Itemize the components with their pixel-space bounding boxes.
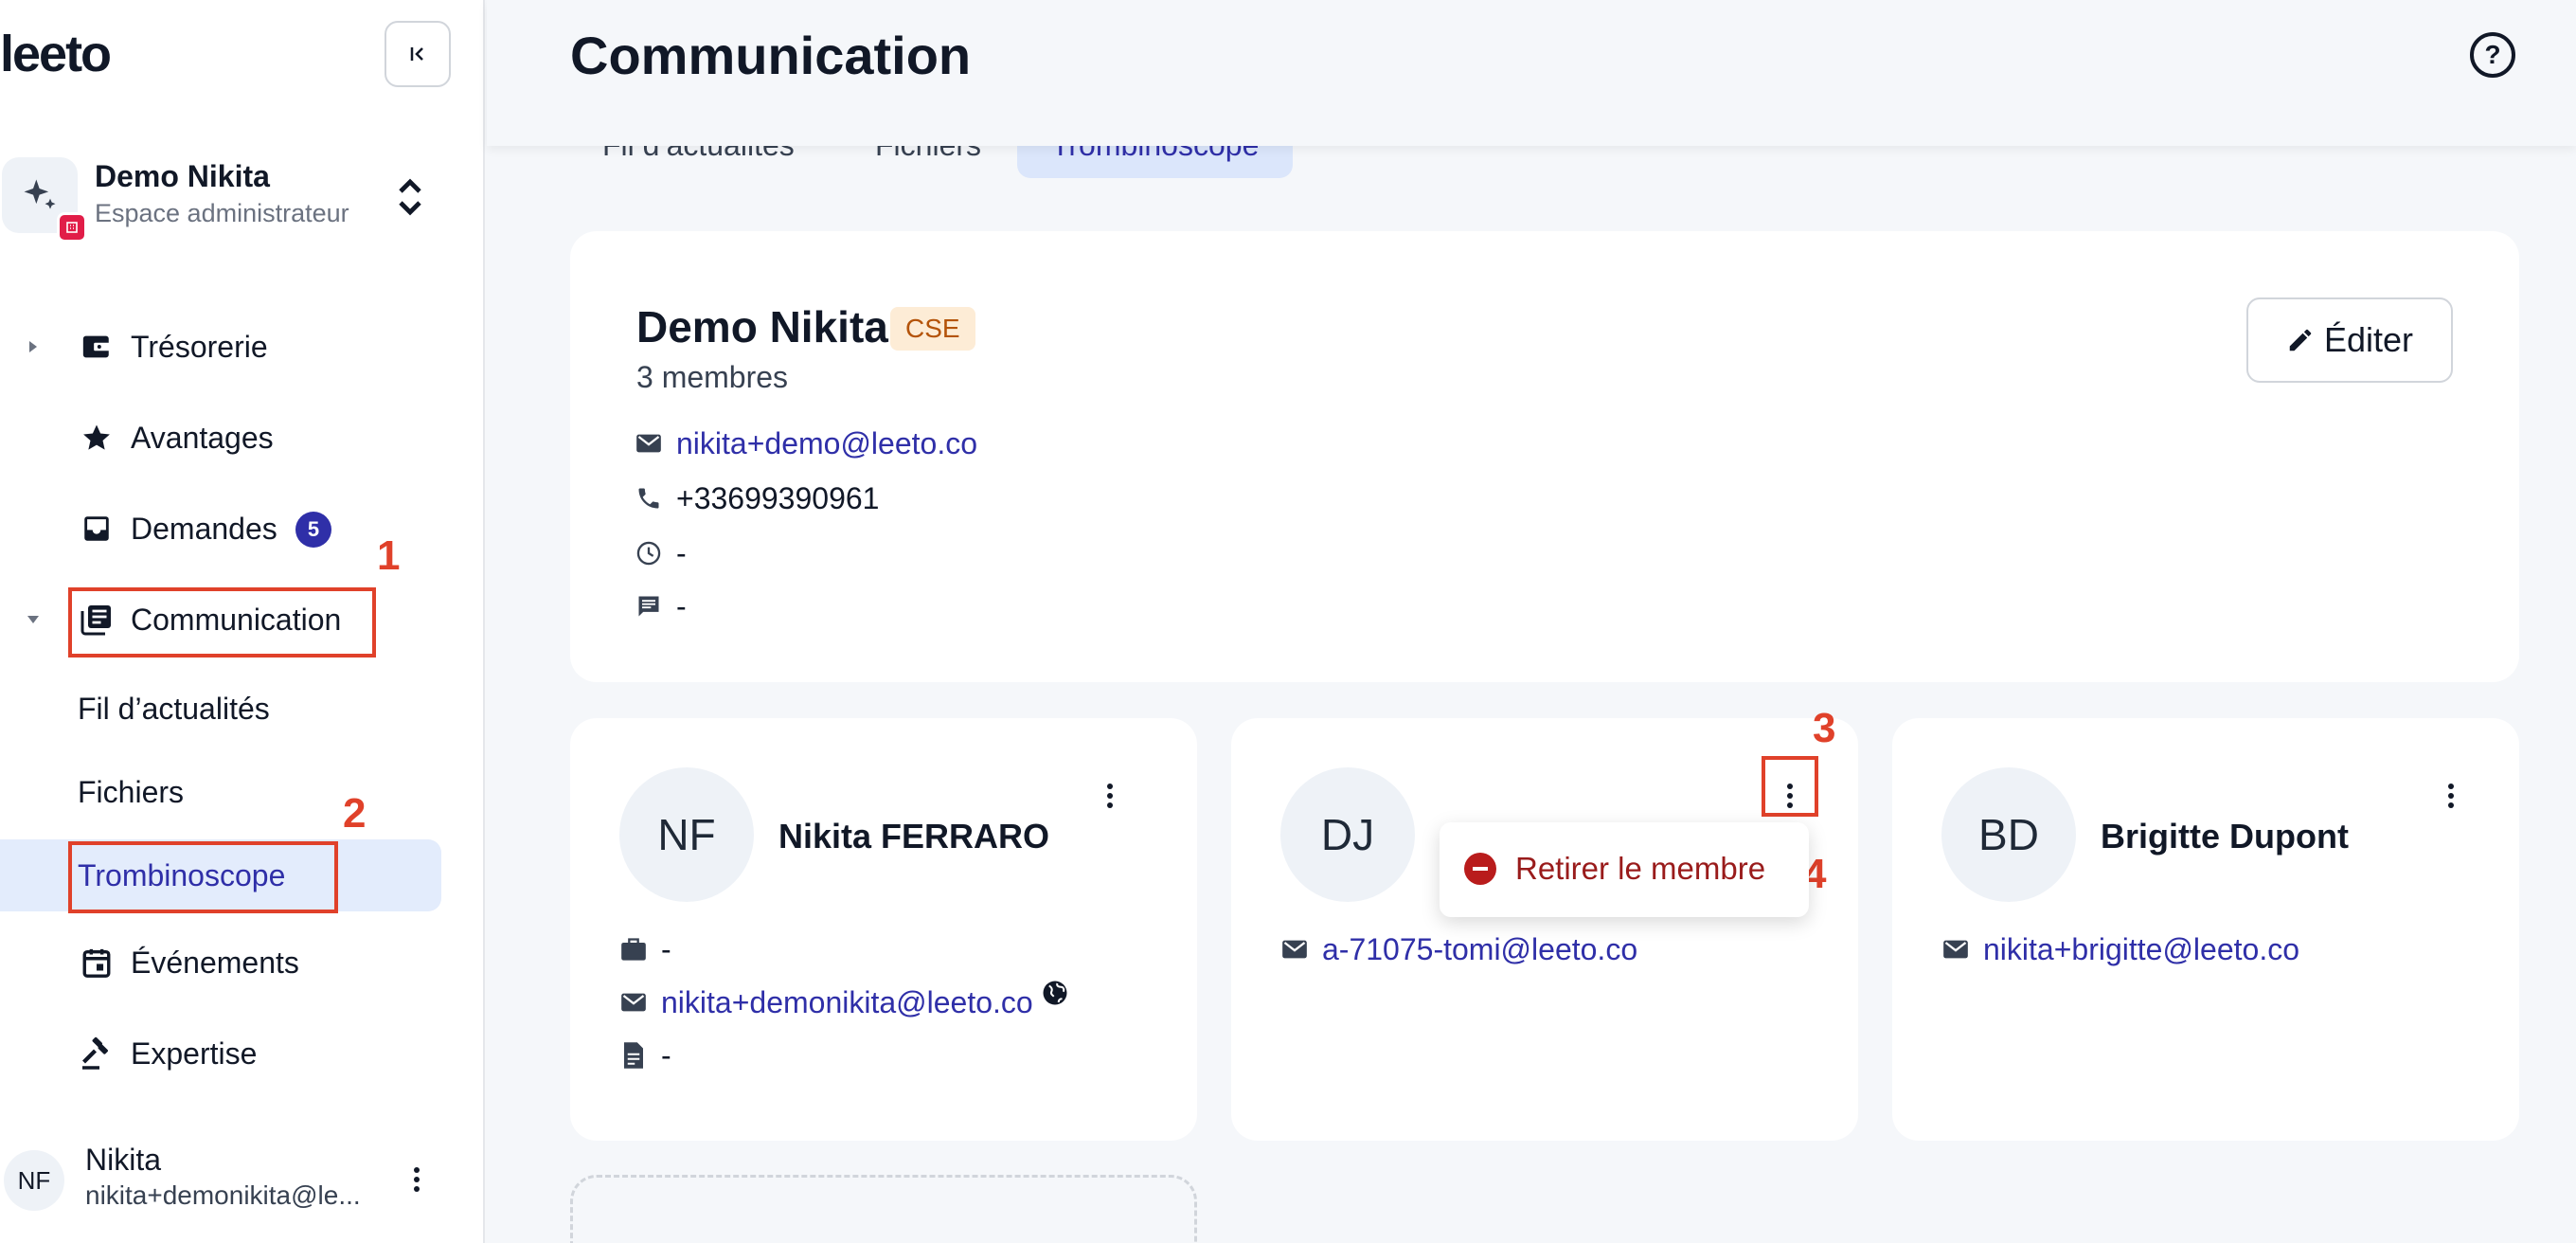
member-name: Brigitte Dupont xyxy=(2101,817,2349,856)
star-icon xyxy=(78,419,116,457)
member-name: Nikita FERRARO xyxy=(778,817,1050,856)
sidebar-item-label: Trésorerie xyxy=(131,329,268,364)
annotation-box-3 xyxy=(1762,756,1818,817)
annotation-number-1: 1 xyxy=(377,532,401,579)
member-job: - xyxy=(661,931,671,966)
leeto-logo[interactable]: leeto xyxy=(0,25,112,83)
sidebar-item-label: Demandes xyxy=(131,511,277,546)
caret-right-icon[interactable] xyxy=(25,339,42,354)
group-card: Demo Nikita CSE 3 membres nikita+demo@le… xyxy=(570,231,2519,682)
more-vert-icon[interactable] xyxy=(398,1156,436,1203)
member-email-row: a-71075-tomi@leeto.co xyxy=(1279,928,1637,970)
remove-circle-icon xyxy=(1464,853,1496,885)
wallet-icon xyxy=(78,328,116,366)
avatar: NF xyxy=(619,767,754,902)
sidebar-subitem-fichiers[interactable]: Fichiers xyxy=(0,756,441,828)
clock-icon xyxy=(633,537,665,569)
member-job-row: - xyxy=(617,928,671,970)
comment-icon xyxy=(633,590,665,622)
more-vert-icon[interactable] xyxy=(2432,769,2470,822)
edit-button[interactable]: Éditer xyxy=(2246,297,2453,383)
member-email-row: nikita+brigitte@leeto.co xyxy=(1940,928,2299,970)
member-email-link[interactable]: nikita+demonikita@leeto.co xyxy=(661,985,1033,1020)
help-icon[interactable]: ? xyxy=(2470,32,2515,78)
group-comment-row: - xyxy=(633,585,687,627)
sidebar-item-label: Événements xyxy=(131,945,299,980)
member-doc: - xyxy=(661,1037,671,1072)
group-hours: - xyxy=(676,535,687,570)
annotation-number-3: 3 xyxy=(1813,705,1836,751)
annotation-box-2 xyxy=(68,841,338,913)
document-icon xyxy=(617,1039,650,1072)
add-member-card[interactable] xyxy=(570,1175,1197,1243)
remove-member-menu-item[interactable]: Retirer le membre xyxy=(1464,851,1765,887)
sidebar-item-avantages[interactable]: Avantages xyxy=(0,402,445,474)
member-card: NF Nikita FERRARO - nikita+demonikita@le… xyxy=(570,718,1197,1141)
sidebar-item-label: Avantages xyxy=(131,420,274,455)
sidebar-item-evenements[interactable]: Événements xyxy=(0,927,445,999)
avatar: DJ xyxy=(1280,767,1415,902)
briefcase-icon xyxy=(617,933,650,965)
gavel-icon xyxy=(78,1035,116,1072)
annotation-box-1 xyxy=(68,587,376,658)
members-count: 3 membres xyxy=(636,360,789,394)
org-subtitle: Espace administrateur xyxy=(95,199,349,227)
remove-member-label: Retirer le membre xyxy=(1515,851,1766,886)
globe-icon xyxy=(1041,979,1069,1012)
group-comment: - xyxy=(676,588,687,623)
avatar: BD xyxy=(1941,767,2076,902)
mail-icon xyxy=(1279,933,1311,965)
edit-button-label: Éditer xyxy=(2323,320,2414,359)
user-name: Nikita xyxy=(85,1143,162,1177)
member-card: BD Brigitte Dupont nikita+brigitte@leeto… xyxy=(1892,718,2519,1141)
user-email: nikita+demonikita@le... xyxy=(85,1180,361,1210)
mail-icon xyxy=(1940,933,1972,965)
phone-icon xyxy=(633,482,665,514)
mail-icon xyxy=(617,986,650,1018)
annotation-number-2: 2 xyxy=(343,790,367,837)
sidebar-subitem-label: Fichiers xyxy=(78,774,185,809)
user-profile[interactable]: NF Nikita nikita+demonikita@le... xyxy=(0,1137,455,1222)
group-name: Demo Nikita xyxy=(636,302,888,351)
avatar: NF xyxy=(4,1150,64,1211)
sidebar-subitem-label: Fil d’actualités xyxy=(78,691,270,726)
group-email-link[interactable]: nikita+demo@leeto.co xyxy=(676,426,977,461)
pencil-icon xyxy=(2289,329,2312,351)
sidebar-item-label: Expertise xyxy=(131,1036,258,1071)
org-type-badge-icon xyxy=(57,212,87,243)
calendar-icon xyxy=(78,944,116,982)
sparkles-icon xyxy=(24,179,56,209)
member-email-row: nikita+demonikita@leeto.co xyxy=(617,979,1069,1023)
group-email-row: nikita+demo@leeto.co xyxy=(633,423,977,464)
org-avatar xyxy=(2,157,87,243)
sidebar-subitem-fil-actualites[interactable]: Fil d’actualités xyxy=(0,673,441,745)
page-header: Communication ? xyxy=(487,0,2576,146)
chevron-up-down-icon[interactable] xyxy=(388,169,432,225)
inbox-icon xyxy=(78,510,116,548)
group-phone: +33699390961 xyxy=(676,480,880,515)
member-actions-menu: Retirer le membre xyxy=(1440,822,1809,917)
group-phone-row: +33699390961 xyxy=(633,477,879,519)
more-vert-icon[interactable] xyxy=(1091,769,1129,822)
caret-down-icon[interactable] xyxy=(25,614,42,625)
member-email-link[interactable]: nikita+brigitte@leeto.co xyxy=(1983,932,2299,967)
group-hours-row: - xyxy=(633,532,687,574)
sidebar-item-tresorerie[interactable]: Trésorerie xyxy=(0,311,445,383)
org-name: Demo Nikita xyxy=(95,159,270,193)
collapse-icon xyxy=(410,47,423,61)
demandes-count-badge: 5 xyxy=(295,512,331,548)
group-type-tag: CSE xyxy=(890,307,975,351)
mail-icon xyxy=(633,427,665,459)
member-email-link[interactable]: a-71075-tomi@leeto.co xyxy=(1322,932,1637,967)
collapse-sidebar-button[interactable] xyxy=(385,21,451,87)
org-switcher[interactable]: Demo Nikita Espace administrateur xyxy=(0,152,455,246)
page-title: Communication xyxy=(570,26,972,85)
member-doc-row: - xyxy=(617,1035,671,1076)
sidebar-item-expertise[interactable]: Expertise xyxy=(0,1018,445,1090)
